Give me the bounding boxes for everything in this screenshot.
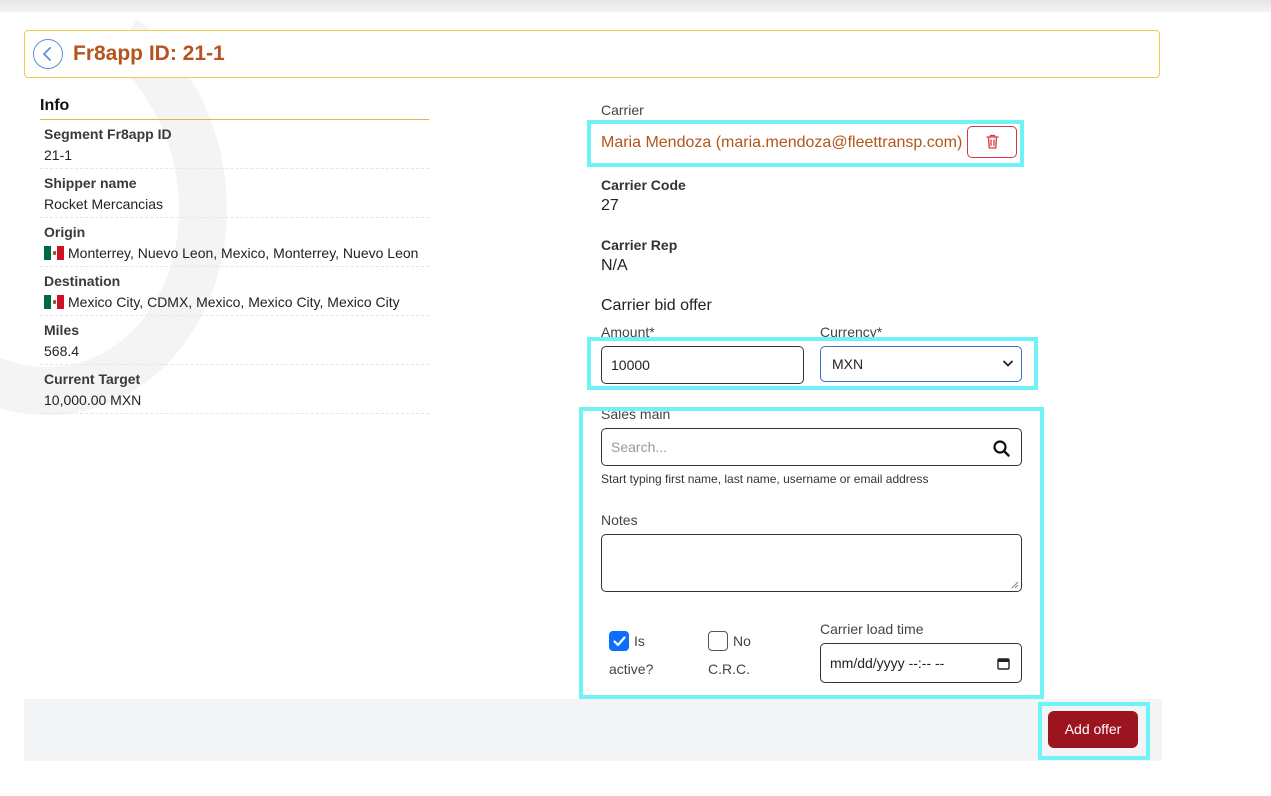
- is-active-label-1: Is: [634, 633, 645, 649]
- load-time-input[interactable]: mm/dd/yyyy --:-- --: [820, 643, 1022, 683]
- carrier-name: Maria Mendoza (maria.mendoza@fleettransp…: [601, 134, 963, 151]
- currency-label: Currency*: [820, 324, 883, 340]
- info-row-origin: Origin Monterrey, Nuevo Leon, Mexico, Mo…: [40, 218, 429, 267]
- is-active-label-2: active?: [609, 661, 654, 677]
- mexico-flag-icon: [44, 295, 64, 309]
- info-row-destination: Destination Mexico City, CDMX, Mexico, M…: [40, 267, 429, 316]
- currency-value: MXN: [832, 356, 864, 372]
- check-icon: [613, 636, 626, 647]
- info-value: Mexico City, CDMX, Mexico, Mexico City, …: [44, 293, 425, 311]
- no-crc-label-1: No: [733, 633, 751, 649]
- sales-main-label: Sales main: [601, 406, 671, 422]
- carrier-code-value: 27: [601, 197, 619, 214]
- add-offer-button[interactable]: Add offer: [1048, 711, 1138, 748]
- info-title: Info: [40, 97, 429, 120]
- mexico-flag-icon: [44, 246, 64, 260]
- page-header: Fr8app ID: 21-1: [24, 30, 1160, 78]
- info-row-shipper: Shipper name Rocket Mercancias: [40, 169, 429, 218]
- top-bar: [0, 0, 1271, 12]
- sales-help-text: Start typing first name, last name, user…: [601, 472, 929, 486]
- load-time-value: mm/dd/yyyy --:-- --: [830, 655, 945, 671]
- search-placeholder: Search...: [611, 439, 668, 455]
- currency-select[interactable]: MXN: [820, 346, 1022, 382]
- info-label: Current Target: [44, 371, 141, 387]
- notes-textarea[interactable]: [601, 534, 1022, 592]
- origin-text: Monterrey, Nuevo Leon, Mexico, Monterrey…: [68, 245, 419, 261]
- info-label: Miles: [44, 322, 80, 338]
- footer-bar: [24, 699, 1162, 761]
- destination-text: Mexico City, CDMX, Mexico, Mexico City, …: [68, 294, 400, 310]
- info-row-miles: Miles 568.4: [40, 316, 429, 365]
- is-active-checkbox[interactable]: [609, 631, 629, 651]
- bid-offer-title: Carrier bid offer: [601, 297, 712, 314]
- page-title: Fr8app ID: 21-1: [73, 42, 225, 65]
- sales-search-input[interactable]: Search...: [601, 428, 1022, 466]
- amount-input[interactable]: 10000: [601, 346, 804, 384]
- carrier-rep-label: Carrier Rep: [601, 237, 678, 253]
- no-crc-label-2: C.R.C.: [708, 661, 750, 677]
- info-value: Rocket Mercancias: [44, 196, 164, 212]
- chevron-left-icon: [43, 47, 51, 61]
- info-row-segment-id: Segment Fr8app ID 21-1: [40, 120, 429, 169]
- info-row-current-target: Current Target 10,000.00 MXN: [40, 365, 429, 414]
- carrier-label: Carrier: [601, 102, 644, 118]
- load-time-label: Carrier load time: [820, 621, 924, 637]
- back-button[interactable]: [33, 39, 63, 69]
- no-crc-checkbox[interactable]: [708, 631, 728, 651]
- search-icon: [993, 440, 1010, 457]
- amount-value: 10000: [611, 357, 650, 373]
- info-value: 568.4: [44, 343, 80, 359]
- info-label: Shipper name: [44, 175, 137, 191]
- notes-label: Notes: [601, 512, 638, 528]
- info-value: Monterrey, Nuevo Leon, Mexico, Monterrey…: [44, 244, 425, 262]
- resize-handle-icon[interactable]: [1011, 581, 1019, 589]
- info-label: Destination: [44, 273, 121, 289]
- info-panel: Info Segment Fr8app ID 21-1 Shipper name…: [40, 97, 429, 414]
- carrier-code-label: Carrier Code: [601, 177, 686, 193]
- calendar-icon[interactable]: [997, 657, 1010, 670]
- trash-icon: [986, 134, 999, 149]
- chevron-down-icon: [1003, 360, 1013, 367]
- amount-label: Amount*: [601, 324, 655, 340]
- delete-carrier-button[interactable]: [967, 126, 1017, 158]
- info-value: 10,000.00 MXN: [44, 392, 142, 408]
- info-label: Segment Fr8app ID: [44, 126, 172, 142]
- info-label: Origin: [44, 224, 86, 240]
- info-value: 21-1: [44, 147, 73, 163]
- carrier-rep-value: N/A: [601, 257, 628, 274]
